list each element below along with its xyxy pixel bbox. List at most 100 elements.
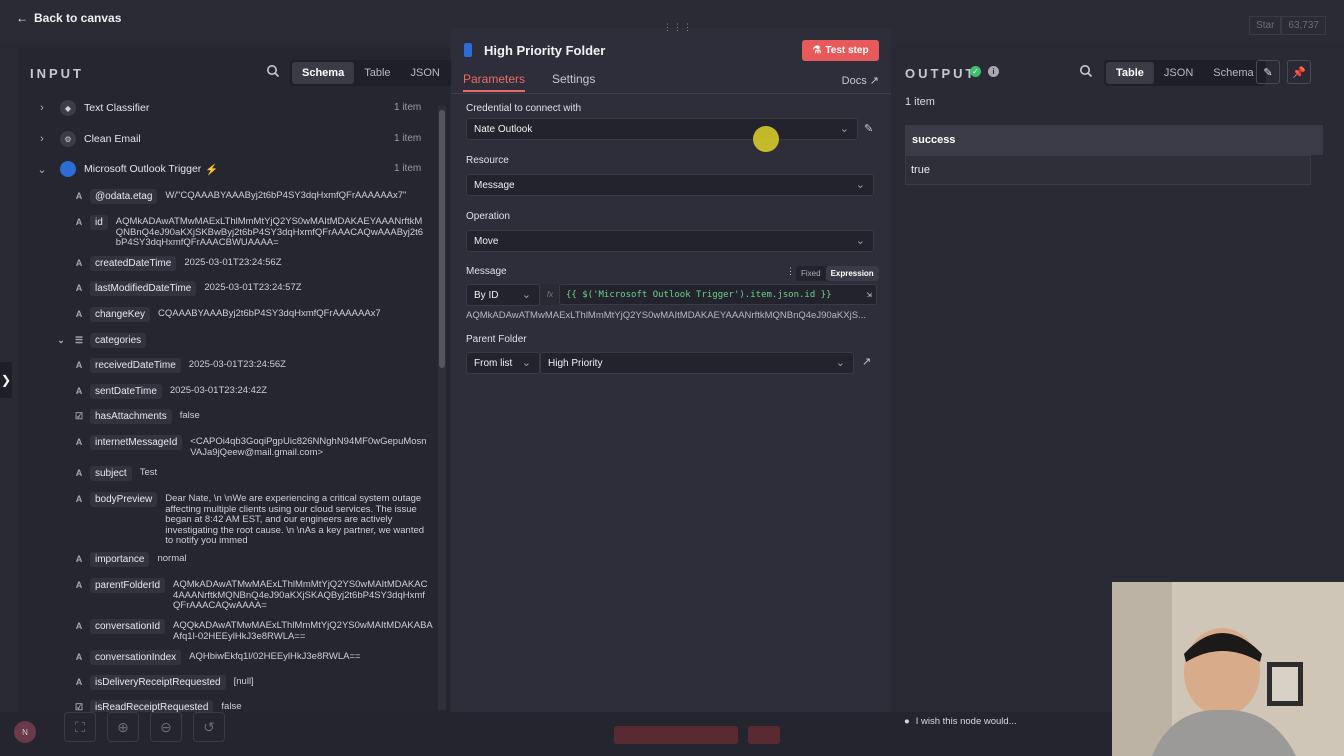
chevron-down-icon[interactable]: ⌄ (36, 163, 48, 176)
string-type-icon: A (75, 652, 83, 662)
zoom-in-icon[interactable]: ⊕ (107, 712, 139, 742)
webcam-image (1112, 582, 1344, 756)
schema-field[interactable]: A conversationIndex AQHbiwEkfq1l/02HEEyl… (72, 650, 361, 665)
message-by-select[interactable]: By ID ⌄ (466, 284, 540, 306)
tab-schema[interactable]: Schema (292, 62, 355, 84)
parent-mode-select[interactable]: From list ⌄ (466, 352, 540, 374)
pencil-icon[interactable]: ✎ (864, 122, 873, 135)
info-icon[interactable]: i (988, 66, 999, 77)
string-type-icon: A (75, 437, 83, 447)
parent-folder-label: Parent Folder (466, 334, 527, 345)
chevron-down-icon[interactable]: ⌄ (54, 333, 68, 347)
checkbox-type-icon: ☑ (74, 410, 84, 421)
tab-table[interactable]: Table (1106, 62, 1154, 84)
scrollbar-thumb[interactable] (439, 110, 445, 368)
check-circle-icon: ✓ (970, 66, 981, 77)
expand-canvas-icon[interactable]: ❯ (0, 362, 12, 398)
feedback-hint[interactable]: ● I wish this node would... (904, 716, 1017, 727)
flask-icon: ⚗ (812, 45, 822, 56)
back-to-canvas-button[interactable]: ← Back to canvas (16, 11, 121, 25)
parent-folder-select[interactable]: High Priority ⌄ (540, 352, 854, 374)
operation-label: Operation (466, 211, 510, 222)
avatar[interactable]: N (14, 721, 36, 743)
drag-handle-icon[interactable]: ⋮⋮⋮ (663, 22, 693, 33)
pin-output-button[interactable]: 📌 (1287, 60, 1311, 84)
expand-icon[interactable]: ⇲ (867, 290, 872, 300)
zoom-out-icon[interactable]: ⊖ (150, 712, 182, 742)
search-icon[interactable] (1079, 64, 1093, 78)
tab-json[interactable]: JSON (1154, 62, 1203, 84)
tree-node-clean-email[interactable]: › ⚙ Clean Email (36, 131, 141, 147)
schema-field[interactable]: A subject Test (72, 466, 157, 481)
table-cell[interactable]: true (905, 155, 1311, 185)
pin-icon: 📌 (1292, 66, 1306, 79)
edit-output-button[interactable]: ✎ (1256, 60, 1280, 84)
github-star-widget[interactable]: Star 63,737 (1249, 16, 1326, 35)
chevron-down-icon: ⌄ (521, 357, 531, 369)
schema-field[interactable]: A isDeliveryReceiptRequested [null] (72, 675, 254, 690)
external-link-icon[interactable]: ↗ (862, 355, 871, 368)
operation-select[interactable]: Move ⌄ (466, 230, 874, 252)
schema-field[interactable]: A lastModifiedDateTime 2025-03-01T23:24:… (72, 281, 302, 296)
tab-parameters[interactable]: Parameters (463, 72, 526, 92)
lightbulb-icon: ● (904, 716, 910, 727)
input-scrollbar[interactable] (438, 106, 446, 710)
schema-field[interactable]: ☑ hasAttachments false (72, 409, 200, 424)
node-tabs: Parameters Settings Docs ↗ (451, 70, 891, 94)
node-settings-panel: ⋮⋮⋮ High Priority Folder ⚗ Test step Par… (451, 22, 891, 730)
fixed-expression-toggle: Fixed Expression (796, 266, 879, 281)
output-table: success true (905, 125, 1323, 185)
tab-settings[interactable]: Settings (552, 72, 595, 86)
tab-table[interactable]: Table (354, 62, 400, 84)
message-id-expression-input[interactable]: {{ $('Microsoft Outlook Trigger').item.j… (559, 284, 877, 305)
more-options-icon[interactable]: ⋮ (786, 266, 795, 277)
schema-field-categories[interactable]: ⌄ ☰ categories (54, 333, 154, 348)
chevron-right-icon[interactable]: › (36, 102, 48, 114)
webcam-overlay (1112, 582, 1344, 756)
trash-icon[interactable] (748, 726, 780, 744)
schema-field[interactable]: A id AQMkADAwATMwMAExLThlMmMtYjQ2YS0wMAI… (72, 215, 442, 249)
string-type-icon: A (75, 360, 83, 370)
schema-field[interactable]: A @odata.etag W/"CQAAABYAAAByj2t6bP4SY3d… (72, 189, 442, 204)
schema-field[interactable]: A sentDateTime 2025-03-01T23:24:42Z (72, 384, 267, 399)
credential-select[interactable]: Nate Outlook ⌄ (466, 118, 858, 140)
tab-schema[interactable]: Schema (1203, 62, 1263, 84)
schema-field[interactable]: A createdDateTime 2025-03-01T23:24:56Z (72, 256, 282, 271)
tree-node-outlook-trigger[interactable]: ⌄ Microsoft Outlook Trigger ⚡ (36, 161, 218, 177)
tag-icon: ◆ (60, 100, 76, 116)
fixed-option[interactable]: Fixed (796, 266, 826, 281)
schema-field[interactable]: A receivedDateTime 2025-03-01T23:24:56Z (72, 358, 286, 373)
execute-workflow-button[interactable] (614, 726, 738, 744)
resource-select[interactable]: Message ⌄ (466, 174, 874, 196)
chevron-down-icon: ⌄ (521, 289, 531, 301)
schema-field[interactable]: A internetMessageId <CAPOi4qb3GoqiPgpUic… (72, 435, 442, 458)
schema-field[interactable]: A conversationId AQQkADAwATMwMAExLThlMmM… (72, 619, 442, 642)
search-icon[interactable] (266, 64, 280, 78)
schema-field[interactable]: A bodyPreview Dear Nate, \n \nWe are exp… (72, 492, 442, 547)
tab-json[interactable]: JSON (401, 62, 450, 84)
string-type-icon: A (75, 217, 83, 227)
test-step-button[interactable]: ⚗ Test step (802, 40, 879, 61)
chevron-down-icon: ⌄ (835, 357, 845, 369)
gear-icon: ⚙ (60, 131, 76, 147)
schema-field[interactable]: A changeKey CQAAABYAAAByj2t6bP4SY3dqHxmf… (72, 307, 381, 322)
string-type-icon: A (75, 386, 83, 396)
tree-node-text-classifier[interactable]: › ◆ Text Classifier (36, 100, 149, 116)
expression-option[interactable]: Expression (825, 266, 879, 281)
docs-link[interactable]: Docs ↗ (842, 74, 879, 87)
credential-label: Credential to connect with (466, 103, 582, 114)
output-title: OUTPUT (905, 66, 977, 81)
item-count: 1 item (394, 133, 422, 144)
node-title[interactable]: High Priority Folder (484, 43, 605, 58)
resource-label: Resource (466, 155, 509, 166)
schema-field[interactable]: A importance normal (72, 552, 187, 567)
chevron-down-icon: ⌄ (839, 123, 849, 135)
outlook-icon (60, 161, 76, 177)
reset-view-icon[interactable]: ↺ (193, 712, 225, 742)
schema-field[interactable]: A parentFolderId AQMkADAwATMwMAExLThlMmM… (72, 578, 442, 612)
input-view-tabs: Schema Table JSON (290, 60, 452, 86)
chevron-right-icon[interactable]: › (36, 133, 48, 145)
string-type-icon: A (75, 191, 83, 201)
arrow-left-icon: ← (16, 11, 28, 25)
fit-view-icon[interactable]: ⛶ (64, 712, 96, 742)
